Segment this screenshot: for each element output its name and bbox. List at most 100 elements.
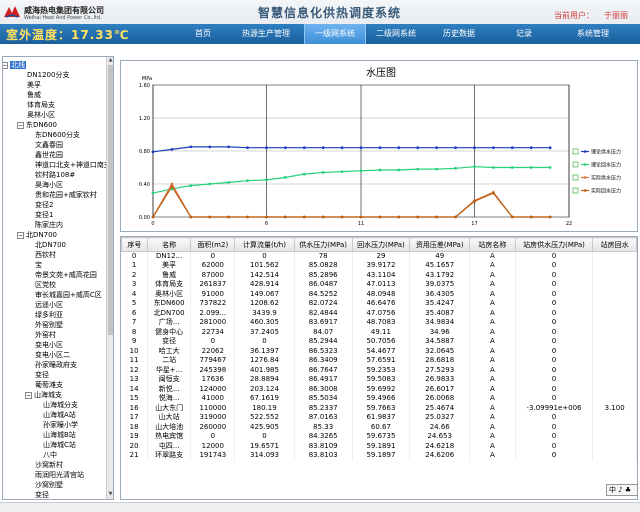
tree-item[interactable]: 绿多利亚 <box>35 310 63 320</box>
table-row[interactable]: 17 山大站 319000 522.552 87.0163 61.9837 25.0327 A… <box>121 413 637 423</box>
nav-primary-network[interactable]: 一级网系统 <box>304 24 366 44</box>
table-cell: 24.653 <box>409 432 471 442</box>
tree-item[interactable]: 孙家疃政府支 <box>35 360 77 370</box>
tree-item[interactable]: 钦村路108# <box>35 170 75 180</box>
tree-item[interactable]: 帝景文苑+威高花园 <box>35 270 97 280</box>
nav-system-admin[interactable]: 系统管理 <box>566 24 620 44</box>
tree-item[interactable]: − 北DN700 <box>17 230 57 240</box>
tree-item[interactable]: −北线 <box>3 60 26 70</box>
table-row[interactable]: 16 山大东门 110000 180.19 85.2337 59.7663 25.4674 A… <box>121 403 637 413</box>
nav-heat-source[interactable]: 热源生产管理 <box>230 24 302 44</box>
tree-item[interactable]: 陈家庄内 <box>35 220 63 230</box>
nav-history[interactable]: 历史数据 <box>432 24 486 44</box>
scrollbar-thumb[interactable] <box>108 65 113 335</box>
table-row[interactable]: 6 北DN700 2.099... 3439.9 82.4844 47.0756 35.40… <box>121 308 637 318</box>
tree-item[interactable]: 变径 <box>35 370 49 380</box>
column-header[interactable]: 站房回水 <box>592 237 637 252</box>
legend-marker <box>583 163 587 166</box>
column-header[interactable]: 序号 <box>121 237 148 252</box>
tree-item[interactable]: 远遥小区 <box>35 300 63 310</box>
collapse-toggle-icon[interactable]: − <box>17 122 24 129</box>
tree-item[interactable]: 变径 <box>35 490 49 499</box>
tree-item[interactable]: 东DN600分支 <box>35 130 80 140</box>
nav-records[interactable]: 记录 <box>506 24 542 44</box>
tree-item[interactable]: − 东DN600 <box>17 120 57 130</box>
column-header[interactable]: 资用压差(MPa) <box>409 237 471 252</box>
data-point <box>227 145 231 149</box>
scroll-down-icon[interactable]: ▼ <box>107 491 113 498</box>
tree-item[interactable]: 区党校 <box>35 280 56 290</box>
tree-item[interactable]: 北DN700 <box>35 240 66 250</box>
table-row[interactable]: 18 山大培池 260000 425.905 85.33 60.67 24.66 A 0 <box>121 422 637 432</box>
table-row[interactable]: 15 悦海... 41000 67.1619 85.5034 59.4966 26.0068… <box>121 394 637 404</box>
table-row[interactable]: 0 DN12... 0 0 78 29 49 A 0 <box>121 251 637 261</box>
tree-item[interactable]: 鑫世花园 <box>35 150 63 160</box>
tree-item[interactable]: 外窑村 <box>35 330 56 340</box>
tree-item[interactable]: 雨润阳光清宫站 <box>35 470 84 480</box>
table-cell: 美孚 <box>147 261 192 271</box>
column-header[interactable]: 名称 <box>146 237 192 252</box>
tree-item[interactable]: 文鑫春园 <box>35 140 63 150</box>
tree-item[interactable]: 山海城A站 <box>43 410 76 420</box>
table-row[interactable]: 8 健身中心 22734 37.2405 84.07 49.11 34.96 A 0 <box>121 327 637 337</box>
tree-item[interactable]: 变电小区二 <box>35 350 70 360</box>
table-row[interactable]: 2 鲁威 87000 142.514 85.2896 43.1104 43.1792 A 0 <box>121 270 637 280</box>
table-row[interactable]: 3 体育局支 261837 428.914 86.0487 47.0113 39.0375 A… <box>121 280 637 290</box>
table-row[interactable]: 19 热电宾馆 0 0 84.3265 59.6735 24.653 A 0 <box>121 432 637 442</box>
tree-item[interactable]: 山海城C站 <box>43 440 76 450</box>
tree-item[interactable]: 昊海小区 <box>35 180 63 190</box>
table-cell: 86.5323 <box>294 346 353 356</box>
tree-item[interactable]: 宝 <box>35 260 42 270</box>
tree-item[interactable]: 葡萄滩支 <box>35 380 63 390</box>
column-header[interactable]: 回水压力(MPa) <box>351 237 411 252</box>
ime-indicator[interactable]: 中 ♪ ♣ <box>606 484 638 496</box>
table-row[interactable]: 1 美孚 62000 101.562 85.0828 39.9172 45.1657 A 0 <box>121 261 637 271</box>
table-row[interactable]: 20 屯四... 12000 19.6571 83.8109 59.1891 24.6218… <box>121 441 637 451</box>
table-row[interactable]: 5 东DN600 737822 1208.62 82.0724 46.6476 35.424… <box>121 299 637 309</box>
tree-item[interactable]: 美孚 <box>27 80 41 90</box>
collapse-toggle-icon[interactable]: − <box>17 232 24 239</box>
tree-item[interactable]: 沙窝别墅 <box>35 480 63 490</box>
tree-item[interactable]: DN1200分支 <box>27 70 69 80</box>
collapse-toggle-icon[interactable]: − <box>25 392 32 399</box>
tree-item[interactable]: 贵和花园+威家钦村 <box>35 190 97 200</box>
tree-item[interactable]: 山海城分支 <box>43 400 78 410</box>
table-cell: 39.0375 <box>409 280 471 290</box>
tree-item[interactable]: 审长城嘉园+威高C区 <box>35 290 102 300</box>
tree-item[interactable]: 西钦村 <box>35 250 56 260</box>
table-row[interactable]: 14 新悦... 124000 203.124 86.3008 59.6992 26.601… <box>121 384 637 394</box>
nav-home[interactable]: 首页 <box>182 24 224 44</box>
table-row[interactable]: 10 哈工大 22062 36.1397 86.5323 54.4677 32.0645 A 0 <box>121 346 637 356</box>
table-cell: 0 <box>234 251 295 261</box>
tree-item[interactable]: 外窑别墅 <box>35 320 63 330</box>
tree-item[interactable]: 八中 <box>43 450 57 460</box>
tree-item[interactable]: 体育局支 <box>27 100 55 110</box>
tree-item[interactable]: 沙窝新村 <box>35 460 63 470</box>
column-header[interactable]: 面积(m2) <box>190 237 236 252</box>
tree-item[interactable]: 变径1 <box>35 210 53 220</box>
table-row[interactable]: 12 华星+... 245398 401.985 86.7647 59.2353 27.52… <box>121 365 637 375</box>
table-row[interactable]: 21 环翠路支 191743 314.093 83.8103 59.1897 24.6206… <box>121 451 637 461</box>
collapse-toggle-icon[interactable]: − <box>3 62 8 69</box>
tree-item[interactable]: 变电小区 <box>35 340 63 350</box>
current-user-name[interactable]: 于丽丽 <box>604 10 628 21</box>
tree-item[interactable]: − 山海城支 <box>25 390 62 400</box>
tree-item[interactable]: 神道口北支+神道口南支 <box>35 160 107 170</box>
column-header[interactable]: 站房名称 <box>469 237 516 252</box>
nav-secondary-network[interactable]: 二级网系统 <box>368 24 424 44</box>
column-header[interactable]: 供水压力(MPa) <box>293 237 353 252</box>
table-row[interactable]: 9 变径 0 0 85.2944 50.7056 34.5887 A 0 <box>121 337 637 347</box>
table-row[interactable]: 4 奥林小区 91000 149.067 84.5252 48.0948 36.4305 A 0 <box>121 289 637 299</box>
tree-item[interactable]: 孙家疃小学 <box>43 420 78 430</box>
tree-item[interactable]: 鲁威 <box>27 90 41 100</box>
tree-item[interactable]: 变径2 <box>35 200 53 210</box>
column-header[interactable]: 计算流量(t/h) <box>234 237 295 252</box>
table-row[interactable]: 13 闽恒支 17636 28.8894 86.4917 59.5083 26.9833 A 0 <box>121 375 637 385</box>
table-row[interactable]: 11 二站 779467 1276.84 86.3409 57.6591 28.6818 A 0 <box>121 356 637 366</box>
tree-item[interactable]: 奥林小区 <box>27 110 55 120</box>
scroll-up-icon[interactable]: ▲ <box>107 57 113 64</box>
table-row[interactable]: 7 广场... 281000 460.305 83.6917 48.7083 34.9834… <box>121 318 637 328</box>
tree-item[interactable]: 山海城B站 <box>43 430 76 440</box>
tree-scrollbar[interactable]: ▲ ▼ <box>106 57 113 499</box>
column-header[interactable]: 站房供水压力(MPa) <box>514 237 594 252</box>
